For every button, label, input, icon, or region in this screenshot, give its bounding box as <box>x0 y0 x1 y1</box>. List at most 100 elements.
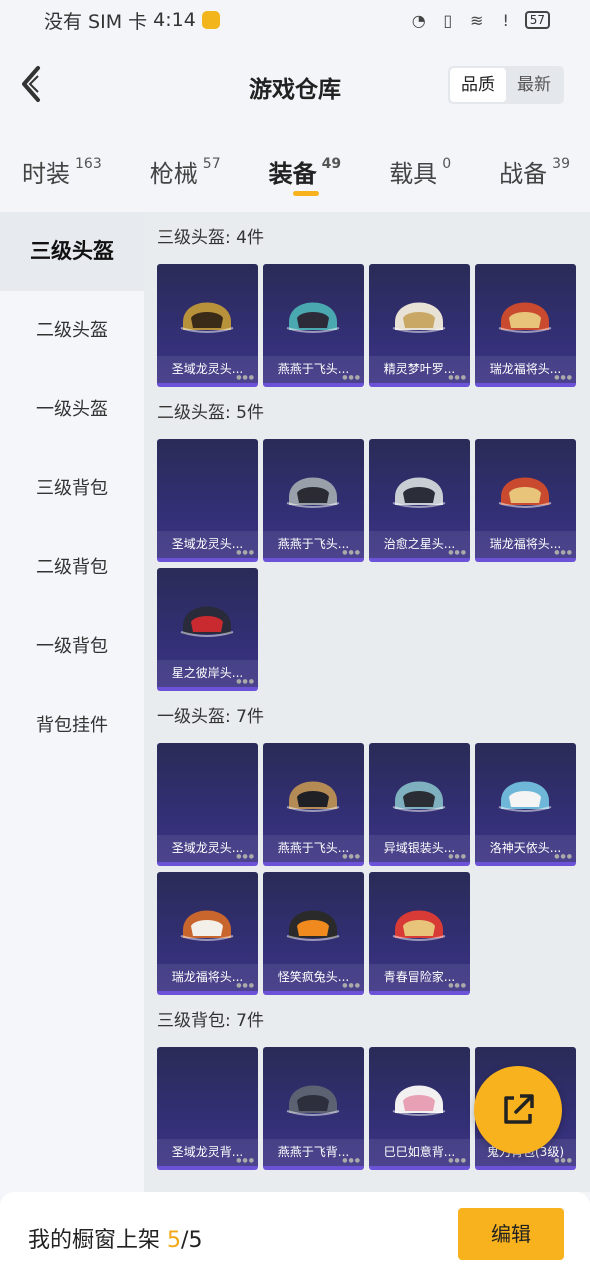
item-card[interactable]: 青春冒险家... ●●● <box>369 872 470 995</box>
tab-label: 枪械 <box>149 160 198 188</box>
item-card[interactable]: 巳巳如意背... ●●● <box>369 1047 470 1170</box>
external-link-icon <box>504 1094 534 1124</box>
section-title: 二级头盔: 5件 <box>157 403 264 423</box>
sidebar-item-level2-helmet[interactable]: 二级头盔 <box>0 291 144 370</box>
tab-count: 57 <box>202 156 221 172</box>
quality-dots-icon: ●●● <box>236 982 255 989</box>
section-title: 三级背包: 7件 <box>157 1011 264 1031</box>
speed-icon: ◔ <box>411 10 426 30</box>
vibrate-icon: ▯ <box>443 10 453 30</box>
item-card[interactable]: 燕燕于飞头... ●●● <box>263 743 364 866</box>
edit-button[interactable]: 编辑 <box>458 1208 564 1260</box>
item-section: 一级头盔: 7件圣域龙灵头... ●●● 燕燕于飞头... ●●● 异域银装头... ●●… <box>157 691 590 995</box>
item-image <box>498 477 552 508</box>
item-image <box>392 302 446 333</box>
item-image <box>392 477 446 508</box>
item-card[interactable]: 怪笑疯兔头... ●●● <box>263 872 364 995</box>
item-image <box>286 781 340 812</box>
item-image <box>392 910 446 941</box>
tab-label: 战备 <box>499 160 548 188</box>
item-card[interactable]: 星之彼岸头... ●●● <box>157 568 258 691</box>
showcase-total: 5 <box>188 1228 203 1253</box>
quality-dots-icon: ●●● <box>342 1157 361 1164</box>
battery-icon: 57 <box>524 11 550 29</box>
sidebar-item-level1-backpack[interactable]: 一级背包 <box>0 607 144 686</box>
item-card[interactable]: 异域银装头... ●●● <box>369 743 470 866</box>
item-grid: 圣域龙灵头... ●●● 燕燕于飞头... ●●● 精灵梦叶罗... ●●● 瑞龙福将头..… <box>157 264 590 387</box>
app-notification-icon <box>201 11 220 29</box>
quality-dots-icon: ●●● <box>448 549 467 556</box>
showcase-current: 5 <box>167 1228 182 1253</box>
clock: 4:14 <box>153 9 196 31</box>
item-card[interactable]: 圣域龙灵头... ●●● <box>157 439 258 562</box>
item-image <box>171 453 243 525</box>
item-card[interactable]: 燕燕于飞背... ●●● <box>263 1047 364 1170</box>
tab-label: 载具 <box>389 160 438 188</box>
share-button[interactable] <box>474 1066 562 1154</box>
quality-dots-icon: ●●● <box>342 374 361 381</box>
showcase-label: 我的橱窗上架 <box>28 1228 161 1253</box>
quality-dots-icon: ●●● <box>236 549 255 556</box>
sidebar-item-backpack-charm[interactable]: 背包挂件 <box>0 686 144 765</box>
section-title: 三级头盔: 4件 <box>157 228 264 248</box>
item-image <box>286 302 340 333</box>
tab-count: 163 <box>75 156 102 172</box>
alert-icon: ! <box>502 10 509 30</box>
quality-dots-icon: ●●● <box>236 678 255 685</box>
showcase-count: 我的橱窗上架 5/5 <box>28 1222 202 1254</box>
sidebar-item-level1-helmet[interactable]: 一级头盔 <box>0 370 144 449</box>
item-image <box>392 1085 446 1116</box>
item-image <box>171 757 243 829</box>
section-title: 一级头盔: 7件 <box>157 707 264 727</box>
active-tab-indicator <box>292 191 319 196</box>
item-card[interactable]: 洛神天依头... ●●● <box>475 743 576 866</box>
item-image <box>498 302 552 333</box>
item-list[interactable]: 三级头盔: 4件 圣域龙灵头... ●●● 燕燕于飞头... ●●● 精灵梦叶罗... ●●… <box>144 212 590 1192</box>
tab-fashion[interactable]: 时装 163 <box>22 140 102 210</box>
tab-equipment[interactable]: 装备 49 <box>269 140 341 210</box>
tab-count: 39 <box>552 156 570 172</box>
item-card[interactable]: 燕燕于飞头... ●●● <box>263 439 364 562</box>
item-card[interactable]: 治愈之星头... ●●● <box>369 439 470 562</box>
item-image <box>180 606 234 637</box>
sort-quality-button[interactable]: 品质 <box>450 68 506 102</box>
status-bar: 没有 SIM 卡 4:14 ◔ ▯ ≋ ! 57 <box>0 0 590 40</box>
tab-firearms[interactable]: 枪械 57 <box>150 140 221 210</box>
item-image <box>180 302 234 333</box>
item-image <box>286 910 340 941</box>
wifi-icon: ≋ <box>470 10 484 30</box>
quality-dots-icon: ●●● <box>554 853 573 860</box>
item-card[interactable]: 瑞龙福将头... ●●● <box>475 439 576 562</box>
sidebar-item-level3-helmet[interactable]: 三级头盔 <box>0 212 144 291</box>
item-section: 三级头盔: 4件圣域龙灵头... ●●● 燕燕于飞头... ●●● 精灵梦叶罗... ●●… <box>157 212 590 387</box>
item-image <box>392 781 446 812</box>
item-card[interactable]: 瑞龙福将头... ●●● <box>157 872 258 995</box>
item-image <box>171 1061 243 1133</box>
quality-dots-icon: ●●● <box>554 1157 573 1164</box>
tab-vehicles[interactable]: 载具 0 <box>389 140 451 210</box>
quality-dots-icon: ●●● <box>554 549 573 556</box>
tab-supplies[interactable]: 战备 39 <box>499 140 570 210</box>
quality-dots-icon: ●●● <box>236 1157 255 1164</box>
sort-toggle: 品质 最新 <box>448 66 564 104</box>
sort-latest-button[interactable]: 最新 <box>506 68 562 102</box>
item-card[interactable]: 精灵梦叶罗... ●●● <box>369 264 470 387</box>
item-card[interactable]: 圣域龙灵头... ●●● <box>157 264 258 387</box>
carrier-text: 没有 SIM 卡 <box>44 10 148 33</box>
quality-dots-icon: ●●● <box>342 982 361 989</box>
sidebar-item-level3-backpack[interactable]: 三级背包 <box>0 449 144 528</box>
quality-dots-icon: ●●● <box>342 549 361 556</box>
item-card[interactable]: 圣域龙灵背... ●●● <box>157 1047 258 1170</box>
item-card[interactable]: 燕燕于飞头... ●●● <box>263 264 364 387</box>
category-tabs: 时装 163 枪械 57 装备 49 载具 0 战备 39 <box>0 140 590 210</box>
bottom-bar: 我的橱窗上架 5/5 编辑 <box>0 1192 590 1280</box>
tab-count: 0 <box>442 156 452 172</box>
quality-dots-icon: ●●● <box>554 374 573 381</box>
item-image <box>498 781 552 812</box>
sidebar: 三级头盔 二级头盔 一级头盔 三级背包 二级背包 一级背包 背包挂件 <box>0 212 144 1192</box>
item-image <box>286 477 340 508</box>
sidebar-item-level2-backpack[interactable]: 二级背包 <box>0 528 144 607</box>
quality-dots-icon: ●●● <box>448 853 467 860</box>
item-card[interactable]: 瑞龙福将头... ●●● <box>475 264 576 387</box>
item-card[interactable]: 圣域龙灵头... ●●● <box>157 743 258 866</box>
